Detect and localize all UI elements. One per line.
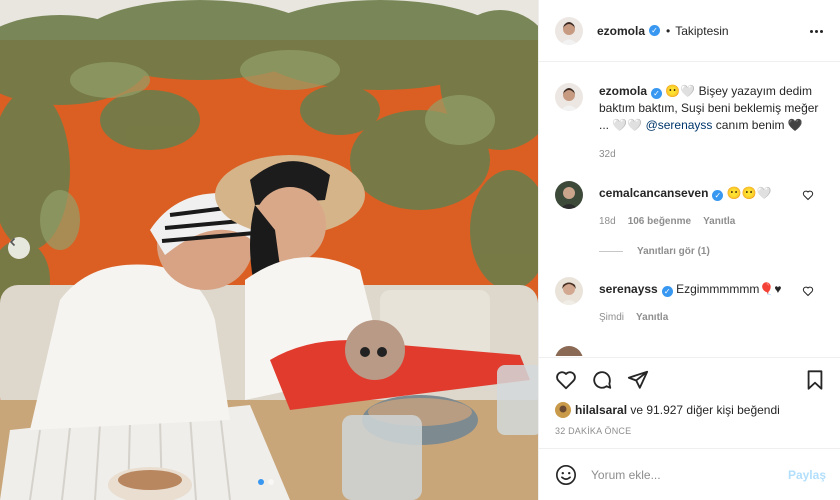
ellipsis-icon[interactable] xyxy=(810,24,826,38)
commenter-avatar[interactable] xyxy=(555,346,583,356)
separator-dot: • xyxy=(666,23,671,38)
post-header: ezomola ✓ • Takiptesin xyxy=(539,0,840,62)
caption-body: ezomola ✓ 😶🤍 Bişey yazayım dedim baktım b… xyxy=(599,83,824,163)
reply-button[interactable]: Yanıtla xyxy=(703,213,735,230)
heart-icon[interactable] xyxy=(555,369,577,391)
author-username[interactable]: ezomola xyxy=(597,24,645,38)
caption-time[interactable]: 32d xyxy=(599,146,824,163)
carousel-dot-active xyxy=(258,479,264,485)
comment-input[interactable] xyxy=(591,467,781,482)
carousel-indicator xyxy=(258,479,274,485)
comment-item-partial xyxy=(539,346,840,356)
verified-badge-icon: ✓ xyxy=(651,88,663,99)
likes-summary: hilalsaral ve 91.927 diğer kişi beğendi xyxy=(539,402,840,418)
comment-icon[interactable] xyxy=(591,369,613,391)
instagram-post-view: ezomola ✓ • Takiptesin ezomola ✓ 😶🤍 Bişey… xyxy=(0,0,840,500)
comment-time[interactable]: Şimdi xyxy=(599,309,624,326)
view-replies-button[interactable]: Yanıtları gör (1) xyxy=(599,246,840,257)
commenter-avatar[interactable] xyxy=(555,277,583,305)
post-photo[interactable] xyxy=(0,0,538,500)
caption: ezomola ✓ 😶🤍 Bişey yazayım dedim baktım b… xyxy=(539,63,840,163)
comment-username[interactable]: cemalcancanseven xyxy=(599,186,708,200)
follow-status[interactable]: Takiptesin xyxy=(675,24,728,38)
author-avatar[interactable] xyxy=(555,83,583,111)
comment-like-heart-icon[interactable] xyxy=(802,285,814,297)
carousel-dot xyxy=(268,479,274,485)
post-actions: hilalsaral ve 91.927 diğer kişi beğendi … xyxy=(539,357,840,447)
likes-count-text[interactable]: ve 91.927 diğer kişi beğendi xyxy=(630,403,779,417)
posted-time[interactable]: 32 DAKİKA ÖNCE xyxy=(539,426,840,436)
carousel-prev-button[interactable] xyxy=(8,237,30,259)
post-comment-button[interactable]: Paylaş xyxy=(788,468,826,482)
comment-meta: Şimdi Yanıtla xyxy=(599,309,799,326)
reply-button[interactable]: Yanıtla xyxy=(636,309,668,326)
header-info: ezomola ✓ • Takiptesin xyxy=(597,24,729,38)
liker-username[interactable]: hilalsaral xyxy=(575,403,627,417)
action-bar xyxy=(539,358,840,402)
caption-mention-link[interactable]: @serenayss xyxy=(646,118,713,132)
comments-list: ezomola ✓ 😶🤍 Bişey yazayım dedim baktım b… xyxy=(539,63,840,356)
chevron-left-icon xyxy=(9,237,16,247)
caption-tail: canım benim 🖤 xyxy=(715,118,803,132)
caption-username[interactable]: ezomola xyxy=(599,84,647,98)
photo-illustration xyxy=(0,0,538,500)
comment-text: Ezgimmmmmm🎈♥ xyxy=(676,282,782,296)
comment-body: cemalcancanseven ✓ 😶😶🤍 18d 106 beğenme Ya… xyxy=(599,181,799,230)
comment-text: 😶😶🤍 xyxy=(726,186,772,200)
post-sidebar: ezomola ✓ • Takiptesin ezomola ✓ 😶🤍 Bişey… xyxy=(538,0,840,500)
comment-body: serenayss ✓ Ezgimmmmmm🎈♥ Şimdi Yanıtla xyxy=(599,277,799,326)
comment-username[interactable]: serenayss xyxy=(599,282,658,296)
verified-badge-icon: ✓ xyxy=(649,25,661,36)
add-comment-bar: Paylaş xyxy=(539,448,840,500)
smiley-icon[interactable] xyxy=(555,464,577,486)
replies-divider xyxy=(599,251,623,252)
comment-item: cemalcancanseven ✓ 😶😶🤍 18d 106 beğenme Ya… xyxy=(539,181,840,230)
verified-badge-icon: ✓ xyxy=(712,190,724,201)
comment-time[interactable]: 18d xyxy=(599,213,616,230)
author-avatar[interactable] xyxy=(555,16,583,45)
comment-meta: 18d 106 beğenme Yanıtla xyxy=(599,213,799,230)
comment-like-heart-icon[interactable] xyxy=(802,189,814,201)
view-replies-label: Yanıtları gör (1) xyxy=(637,246,710,257)
comment-item: serenayss ✓ Ezgimmmmmm🎈♥ Şimdi Yanıtla xyxy=(539,277,840,326)
liker-avatar[interactable] xyxy=(555,402,571,418)
bookmark-icon[interactable] xyxy=(804,369,826,391)
paper-plane-icon[interactable] xyxy=(627,369,649,391)
verified-badge-icon: ✓ xyxy=(661,286,673,297)
comment-likes[interactable]: 106 beğenme xyxy=(628,213,691,230)
commenter-avatar[interactable] xyxy=(555,181,583,209)
